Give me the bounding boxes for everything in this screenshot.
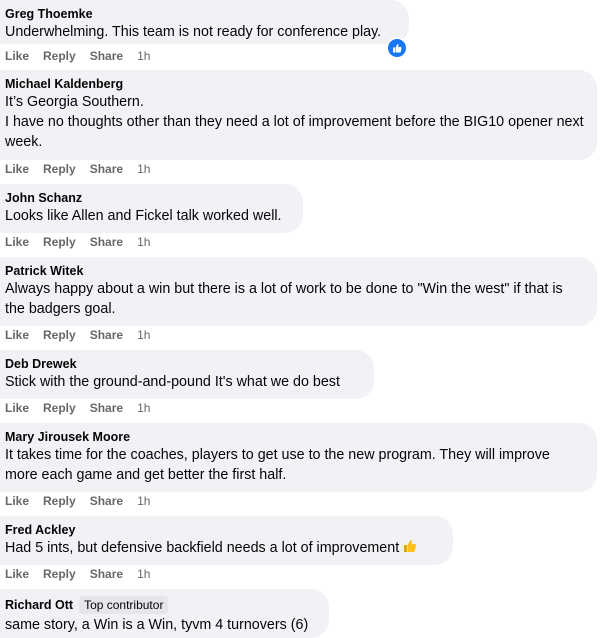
- comment-bubble: Michael Kaldenberg It’s Georgia Southern…: [0, 70, 597, 160]
- like-button[interactable]: Like: [5, 494, 29, 510]
- like-button[interactable]: Like: [5, 401, 29, 417]
- share-button[interactable]: Share: [90, 49, 123, 65]
- comment-text: Had 5 ints, but defensive backfield need…: [5, 540, 400, 556]
- comment-actions: Like Reply Share 1h: [5, 49, 164, 65]
- reply-button[interactable]: Reply: [43, 328, 76, 344]
- timestamp[interactable]: 1h: [137, 494, 150, 510]
- reply-button[interactable]: Reply: [43, 494, 76, 510]
- share-button[interactable]: Share: [90, 494, 123, 510]
- like-button[interactable]: Like: [5, 235, 29, 251]
- commenter-name[interactable]: John Schanz: [5, 190, 291, 206]
- commenter-name-row: Richard Ott Top contributor: [5, 595, 317, 615]
- reply-button[interactable]: Reply: [43, 162, 76, 178]
- like-button[interactable]: Like: [5, 49, 29, 65]
- like-button[interactable]: Like: [5, 567, 29, 583]
- commenter-name[interactable]: Greg Thoemke: [5, 6, 397, 22]
- like-reaction-icon[interactable]: [386, 37, 408, 59]
- comment-bubble: Mary Jirousek Moore It takes time for th…: [0, 423, 597, 492]
- commenter-name[interactable]: Patrick Witek: [5, 263, 585, 279]
- comment-bubble: John Schanz Looks like Allen and Fickel …: [0, 184, 303, 233]
- share-button[interactable]: Share: [90, 567, 123, 583]
- timestamp[interactable]: 1h: [137, 567, 150, 583]
- like-button[interactable]: Like: [5, 328, 29, 344]
- comment-actions: Like Reply Share 1h: [5, 162, 164, 178]
- share-button[interactable]: Share: [90, 235, 123, 251]
- share-button[interactable]: Share: [90, 328, 123, 344]
- comment-text: same story, a Win is a Win, tyvm 4 turno…: [5, 617, 309, 633]
- comment-text: Always happy about a win but there is a …: [5, 281, 563, 317]
- timestamp[interactable]: 1h: [137, 49, 150, 65]
- commenter-name[interactable]: Richard Ott: [5, 598, 73, 612]
- comment-bubble: Deb Drewek Stick with the ground-and-pou…: [0, 350, 374, 399]
- commenter-name[interactable]: Mary Jirousek Moore: [5, 429, 585, 445]
- top-contributor-badge: Top contributor: [79, 596, 169, 614]
- reply-button[interactable]: Reply: [43, 567, 76, 583]
- commenter-name[interactable]: Michael Kaldenberg: [5, 76, 585, 92]
- comment-text: Stick with the ground-and-pound It's wha…: [5, 374, 340, 390]
- reply-button[interactable]: Reply: [43, 235, 76, 251]
- share-button[interactable]: Share: [90, 401, 123, 417]
- comment-bubble: Greg Thoemke Underwhelming. This team is…: [0, 0, 409, 44]
- comment-text-row: Had 5 ints, but defensive backfield need…: [5, 538, 441, 558]
- timestamp[interactable]: 1h: [137, 162, 150, 178]
- comment-text: It takes time for the coaches, players t…: [5, 447, 550, 483]
- comment-actions: Like Reply Share 1h: [5, 235, 164, 251]
- like-button[interactable]: Like: [5, 162, 29, 178]
- timestamp[interactable]: 1h: [137, 328, 150, 344]
- reply-button[interactable]: Reply: [43, 49, 76, 65]
- comment-text: It’s Georgia Southern. I have no thought…: [5, 94, 584, 150]
- thumbs-up-emoji-icon: [404, 540, 417, 552]
- comment-bubble: Richard Ott Top contributor same story, a…: [0, 589, 329, 638]
- timestamp[interactable]: 1h: [137, 401, 150, 417]
- commenter-name[interactable]: Deb Drewek: [5, 356, 362, 372]
- reply-button[interactable]: Reply: [43, 401, 76, 417]
- comment-text: Underwhelming. This team is not ready fo…: [5, 24, 382, 40]
- comment-bubble: Fred Ackley Had 5 ints, but defensive ba…: [0, 516, 453, 565]
- comment-actions: Like Reply Share 1h: [5, 494, 164, 510]
- comment-actions: Like Reply Share 1h: [5, 567, 164, 583]
- commenter-name[interactable]: Fred Ackley: [5, 522, 441, 538]
- timestamp[interactable]: 1h: [137, 235, 150, 251]
- share-button[interactable]: Share: [90, 162, 123, 178]
- comment-text: Looks like Allen and Fickel talk worked …: [5, 208, 282, 224]
- comment-actions: Like Reply Share 1h: [5, 401, 164, 417]
- comment-actions: Like Reply Share 1h: [5, 328, 164, 344]
- comment-bubble: Patrick Witek Always happy about a win b…: [0, 257, 597, 326]
